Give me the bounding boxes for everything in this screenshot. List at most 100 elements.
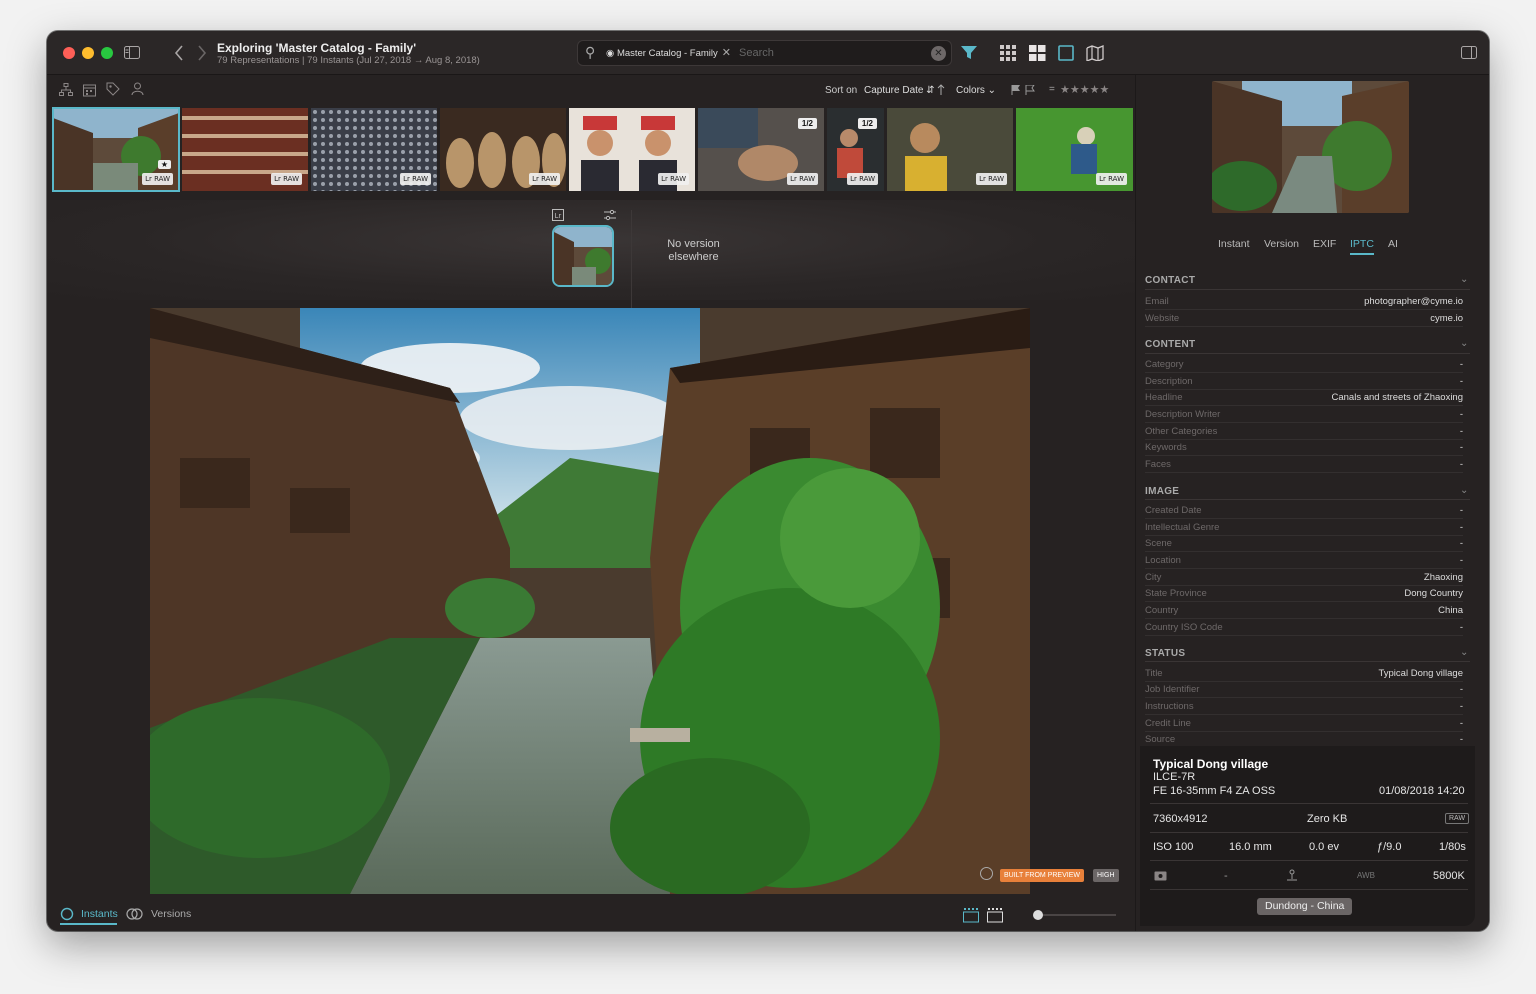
map-icon[interactable] — [1086, 45, 1104, 61]
raw-badge: Lr RAW — [271, 173, 302, 185]
card-divider — [1150, 832, 1468, 833]
single-view-icon[interactable] — [1058, 45, 1074, 61]
calendar-icon[interactable] — [83, 83, 96, 97]
iptc-row: Location - — [1145, 552, 1463, 569]
tab-iptc[interactable]: IPTC — [1350, 238, 1374, 250]
film-thumb-7[interactable]: 1/2 Lr RAW — [827, 108, 884, 191]
village-photo-preview — [1212, 81, 1409, 213]
film-thumb-3[interactable]: Lr RAW — [311, 108, 437, 191]
search-icon: ⚲ — [585, 44, 596, 60]
chevron-down-icon[interactable]: ⌄ — [1460, 647, 1468, 658]
card-divider — [1150, 889, 1468, 890]
exposure-program-icon — [1287, 869, 1297, 881]
forward-icon[interactable] — [197, 45, 207, 61]
lightroom-icon: Lr — [552, 209, 564, 221]
clear-search-icon[interactable]: ✕ — [931, 46, 946, 61]
catalog-filter-chip[interactable]: ◉ Master Catalog - Family ✕ — [606, 46, 731, 59]
sidebar-toggle-icon[interactable] — [124, 46, 140, 59]
card-lens: FE 16-35mm F4 ZA OSS — [1153, 785, 1276, 797]
tab-exif[interactable]: EXIF — [1313, 238, 1336, 250]
card-iso: ISO 100 — [1153, 841, 1194, 853]
film-thumb-8[interactable]: Lr RAW — [887, 108, 1013, 191]
film-thumb-2[interactable]: Lr RAW — [182, 108, 308, 191]
grid-large-icon[interactable] — [1029, 45, 1046, 61]
section-contact[interactable]: CONTACT — [1145, 275, 1195, 286]
iptc-row: Keywords - — [1145, 439, 1463, 456]
film-thumb-1[interactable]: ★ Lr RAW — [52, 107, 180, 192]
sort-ascending-icon[interactable] — [937, 84, 945, 95]
window-subtitle: 79 Representations | 79 Instants (Jul 27… — [217, 55, 480, 66]
hierarchy-icon[interactable] — [59, 83, 73, 97]
section-status[interactable]: STATUS — [1145, 648, 1185, 659]
card-exposure-bias: 0.0 ev — [1309, 841, 1339, 853]
zoom-window-button[interactable] — [101, 47, 113, 59]
iptc-row: Other Categories - — [1145, 423, 1463, 440]
adjustments-icon[interactable] — [604, 209, 616, 221]
flag-icon[interactable] — [1011, 85, 1021, 95]
tab-ai[interactable]: AI — [1388, 238, 1398, 250]
location-pill[interactable]: Dundong - China — [1257, 898, 1353, 915]
versions-tab[interactable]: Versions — [151, 908, 191, 920]
search-bar[interactable]: ⚲ ◉ Master Catalog - Family ✕ Search ✕ — [577, 40, 952, 66]
inspector-toggle-icon[interactable] — [1461, 46, 1477, 59]
instants-tab[interactable]: Instants — [81, 908, 118, 920]
stack-badge: 1/2 — [797, 118, 817, 129]
iptc-row: Scene - — [1145, 535, 1463, 552]
tab-version[interactable]: Version — [1264, 238, 1299, 250]
main-photo[interactable] — [150, 308, 1030, 894]
film-thumb-6[interactable]: 1/2 Lr RAW — [698, 108, 824, 191]
instants-tab-underline — [60, 923, 117, 925]
instants-icon — [60, 907, 74, 921]
grid-small-icon[interactable] — [1000, 45, 1017, 61]
iptc-row: Description Writer - — [1145, 406, 1463, 423]
person-icon[interactable] — [131, 82, 144, 96]
search-input[interactable]: Search — [739, 47, 774, 59]
section-image[interactable]: IMAGE — [1145, 486, 1179, 497]
iptc-row: Credit Line - — [1145, 715, 1463, 732]
section-content[interactable]: CONTENT — [1145, 339, 1195, 350]
no-version-label: No version elsewhere — [667, 238, 720, 263]
iptc-row: Category - — [1145, 356, 1463, 373]
tag-icon[interactable] — [106, 82, 120, 96]
card-divider — [1150, 860, 1468, 861]
film-thumb-5[interactable]: Lr RAW — [569, 108, 695, 191]
reject-flag-icon[interactable] — [1025, 85, 1035, 95]
iptc-row: Headline Canals and streets of Zhaoxing — [1145, 389, 1463, 406]
version-thumb[interactable] — [552, 225, 614, 287]
browser-view-icon[interactable] — [987, 907, 1003, 923]
tab-iptc-underline — [1350, 253, 1374, 255]
filter-icon[interactable] — [961, 46, 977, 60]
iptc-row: Faces - — [1145, 456, 1463, 473]
section-divider — [1145, 289, 1470, 290]
back-icon[interactable] — [174, 45, 184, 61]
card-focal-length: 16.0 mm — [1229, 841, 1272, 853]
iptc-row: City Zhaoxing — [1145, 569, 1463, 586]
rating-filter-stars[interactable]: ★★★★★ — [1060, 83, 1109, 96]
raw-badge: Lr RAW — [400, 173, 431, 185]
zoom-slider-handle[interactable] — [1033, 910, 1043, 920]
filmstrip-view-icon[interactable] — [963, 907, 979, 923]
chevron-down-icon[interactable]: ⌄ — [1460, 338, 1468, 349]
sort-label: Sort on — [825, 85, 858, 96]
minimize-window-button[interactable] — [82, 47, 94, 59]
iptc-row: Website cyme.io — [1145, 310, 1463, 327]
card-date: 01/08/2018 14:20 — [1379, 785, 1465, 797]
iptc-row: Source - — [1145, 734, 1463, 745]
chevron-down-icon[interactable]: ⌄ — [1460, 485, 1468, 496]
card-aperture: ƒ/9.0 — [1377, 841, 1402, 853]
zoom-slider-track[interactable] — [1038, 914, 1116, 916]
close-window-button[interactable] — [63, 47, 75, 59]
remove-chip-icon[interactable]: ✕ — [722, 47, 731, 59]
card-white-balance: AWB — [1357, 871, 1375, 880]
inspector-preview — [1212, 81, 1409, 213]
section-divider — [1145, 499, 1470, 500]
colors-select[interactable]: Colors ⌄ — [956, 85, 996, 96]
rating-operator[interactable]: = — [1049, 84, 1055, 95]
film-thumb-9[interactable]: Lr RAW — [1016, 108, 1133, 191]
sort-field-select[interactable]: Capture Date ⇵ — [864, 85, 935, 96]
film-thumb-4[interactable]: Lr RAW — [440, 108, 566, 191]
chevron-down-icon[interactable]: ⌄ — [1460, 274, 1468, 285]
tab-instant[interactable]: Instant — [1218, 238, 1250, 250]
info-icon[interactable] — [980, 867, 993, 880]
metering-icon — [1154, 871, 1167, 881]
